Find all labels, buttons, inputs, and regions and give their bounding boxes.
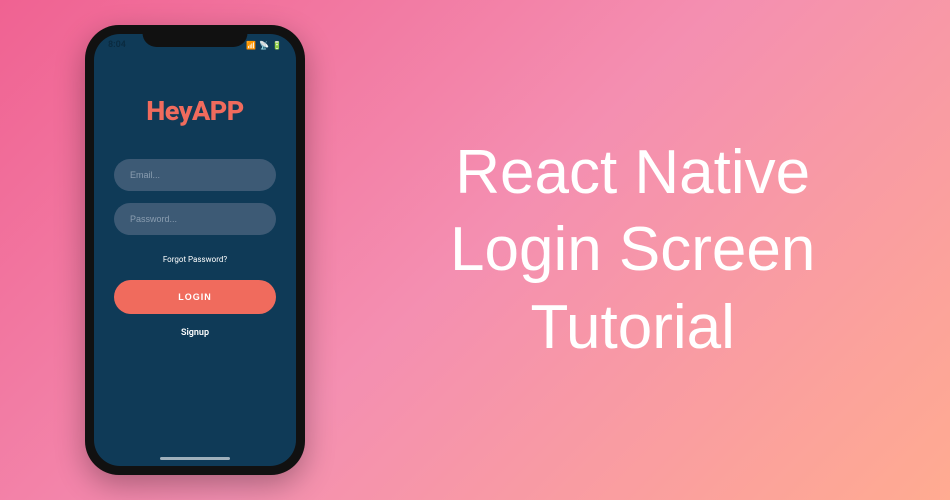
login-button[interactable]: LOGIN [114,280,276,314]
forgot-password-link[interactable]: Forgot Password? [163,255,227,264]
wifi-icon: 📡 [259,41,269,50]
status-time: 8:04 [108,40,126,50]
status-right: 📶 📡 🔋 [246,41,282,50]
email-input[interactable] [114,159,276,191]
title-line-1: React Native [450,134,815,212]
home-indicator [160,457,230,460]
app-logo: HeyAPP [146,95,244,127]
login-form: HeyAPP Forgot Password? LOGIN Signup [94,50,296,338]
phone-mockup: 8:04 📶 📡 🔋 HeyAPP Forgot Password? LOGIN… [85,25,305,475]
battery-icon: 🔋 [272,41,282,50]
tutorial-title: React Native Login Screen Tutorial [450,134,815,367]
signup-link[interactable]: Signup [181,328,209,338]
phone-screen: 8:04 📶 📡 🔋 HeyAPP Forgot Password? LOGIN… [94,34,296,466]
phone-notch [143,25,248,47]
title-line-2: Login Screen [450,211,815,289]
title-line-3: Tutorial [450,289,815,367]
signal-icon: 📶 [246,41,256,50]
password-input[interactable] [114,203,276,235]
